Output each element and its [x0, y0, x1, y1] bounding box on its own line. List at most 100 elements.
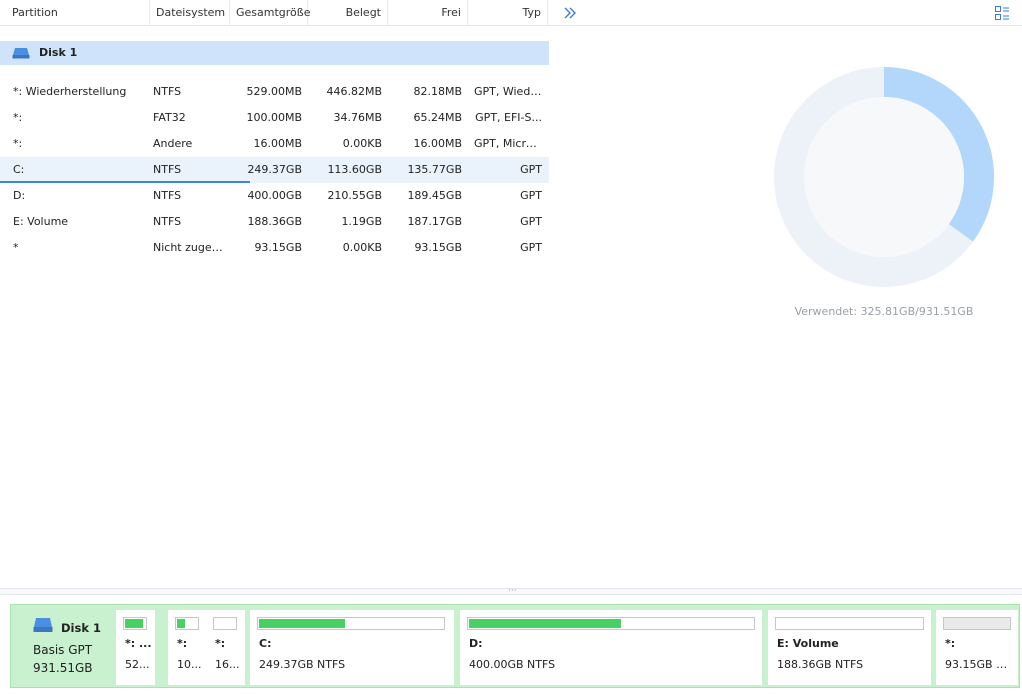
partition-block-desc: 16...	[215, 658, 240, 671]
partition-block[interactable]: *: ... 52...	[116, 610, 155, 685]
partition-block-name: *: ...	[125, 637, 152, 650]
usage-bar-fill	[125, 619, 143, 628]
usage-bar	[775, 617, 924, 630]
partition-block-name: *:	[945, 637, 956, 650]
pane-splitter[interactable]: ···	[0, 587, 1022, 596]
partition-free: 82.18MB	[413, 85, 462, 98]
partition-free: 16.00MB	[413, 137, 462, 150]
splitter-grip-icon[interactable]: ···	[508, 587, 517, 596]
partition-free: 65.24MB	[413, 111, 462, 124]
partition-name: C:	[13, 163, 25, 176]
disk-map-info[interactable]: Disk 1 Basis GPT 931.51GB	[11, 605, 115, 687]
partition-name: *:	[13, 137, 23, 150]
partition-used: 34.76MB	[333, 111, 382, 124]
partition-block-name: D:	[469, 637, 483, 650]
partition-free: 189.45GB	[407, 189, 462, 202]
partition-block-name: *:	[177, 637, 188, 650]
partition-used: 0.00KB	[342, 137, 382, 150]
partition-block-desc: 188.36GB NTFS	[777, 658, 864, 671]
partition-type: GPT, Micros...	[474, 137, 542, 150]
partition-row[interactable]: *: FAT32 100.00MB 34.76MB 65.24MB GPT, EFI-S.…	[0, 105, 549, 131]
partition-block-name: *:	[215, 637, 226, 650]
layout-toggle-icon[interactable]	[994, 4, 1010, 22]
partition-used: 0.00KB	[342, 241, 382, 254]
usage-bar	[213, 617, 237, 630]
column-type[interactable]: Typ	[468, 0, 548, 26]
column-total-size[interactable]: Gesamtgröße	[230, 0, 310, 26]
usage-caption: Verwendet: 325.81GB/931.51GB	[794, 305, 974, 318]
partition-row[interactable]: *: Wiederherstellung NTFS 529.00MB 446.82MB…	[0, 79, 549, 105]
disk-row[interactable]: Disk 1	[0, 41, 549, 65]
partition-block[interactable]: *: 16...	[206, 610, 245, 685]
partition-filesystem: FAT32	[153, 111, 186, 124]
usage-bar	[257, 617, 445, 630]
partition-type: GPT	[520, 163, 542, 176]
column-header: Partition Dateisystem Gesamtgröße Belegt…	[0, 0, 1022, 26]
partition-used: 446.82MB	[326, 85, 382, 98]
column-used[interactable]: Belegt	[308, 0, 388, 26]
partition-type: GPT, EFI-S...	[475, 111, 542, 124]
partition-name: *	[13, 241, 19, 254]
partition-total: 100.00MB	[246, 111, 302, 124]
partition-block[interactable]: C: 249.37GB NTFS	[250, 610, 454, 685]
partition-block-name: E: Volume	[777, 637, 839, 650]
partition-name: *: Wiederherstellung	[13, 85, 127, 98]
partition-block-name: C:	[259, 637, 272, 650]
partition-free: 93.15GB	[414, 241, 462, 254]
partition-free: 135.77GB	[407, 163, 462, 176]
partition-row[interactable]: * Nicht zugeor... 93.15GB 0.00KB 93.15GB GPT	[0, 235, 549, 261]
partition-row[interactable]: C: NTFS 249.37GB 113.60GB 135.77GB GPT	[0, 157, 549, 183]
usage-bar	[175, 617, 199, 630]
disk-map-name: Disk 1	[61, 621, 101, 635]
disk-map-type: Basis GPT	[33, 643, 93, 657]
usage-bar-fill	[259, 619, 345, 628]
partition-filesystem: Nicht zugeor...	[153, 241, 227, 254]
usage-bar	[943, 617, 1011, 630]
partition-name: *:	[13, 111, 23, 124]
partition-block-desc: 93.15GB Ni...	[945, 658, 1015, 671]
donut-center	[804, 97, 964, 257]
partition-filesystem: NTFS	[153, 163, 182, 176]
partition-type: GPT	[520, 241, 542, 254]
partition-filesystem: Andere	[153, 137, 193, 150]
partition-total: 400.00GB	[247, 189, 302, 202]
partition-list: *: Wiederherstellung NTFS 529.00MB 446.82MB…	[0, 79, 549, 261]
partition-filesystem: NTFS	[153, 189, 182, 202]
column-free[interactable]: Frei	[388, 0, 468, 26]
partition-used: 210.55GB	[327, 189, 382, 202]
hard-disk-icon	[33, 617, 53, 636]
usage-donut	[774, 67, 994, 287]
partition-type: GPT	[520, 189, 542, 202]
disk-label: Disk 1	[39, 46, 78, 59]
usage-bar-fill	[177, 619, 185, 628]
partition-block[interactable]: *: 93.15GB Ni...	[936, 610, 1018, 685]
partition-block-desc: 400.00GB NTFS	[469, 658, 556, 671]
partition-block[interactable]: E: Volume 188.36GB NTFS	[768, 610, 931, 685]
partition-block-desc: 249.37GB NTFS	[259, 658, 346, 671]
usage-bar	[467, 617, 755, 630]
partition-total: 249.37GB	[247, 163, 302, 176]
partition-row[interactable]: *: Andere 16.00MB 0.00KB 16.00MB GPT, Micros.…	[0, 131, 549, 157]
partition-total: 529.00MB	[246, 85, 302, 98]
partition-name: D:	[13, 189, 26, 202]
partition-filesystem: NTFS	[153, 85, 182, 98]
partition-filesystem: NTFS	[153, 215, 182, 228]
column-filesystem[interactable]: Dateisystem	[150, 0, 230, 26]
usage-bar-fill	[469, 619, 621, 628]
partition-type: GPT	[520, 215, 542, 228]
partition-row[interactable]: D: NTFS 400.00GB 210.55GB 189.45GB GPT	[0, 183, 549, 209]
double-chevron-right-icon[interactable]	[560, 4, 580, 22]
partition-used: 113.60GB	[327, 163, 382, 176]
partition-block[interactable]: D: 400.00GB NTFS	[460, 610, 762, 685]
partition-total: 93.15GB	[254, 241, 302, 254]
partition-row[interactable]: E: Volume NTFS 188.36GB 1.19GB 187.17GB GPT	[0, 209, 549, 235]
partition-block[interactable]: *: 10...	[168, 610, 207, 685]
disk-map: Disk 1 Basis GPT 931.51GB *: ... 52... *: 1…	[10, 604, 1020, 688]
partition-block-desc: 10...	[177, 658, 202, 671]
disk-map-size: 931.51GB	[33, 661, 93, 675]
partition-name: E: Volume	[13, 215, 69, 228]
partition-total: 188.36GB	[247, 215, 302, 228]
column-partition[interactable]: Partition	[0, 0, 150, 26]
partition-free: 187.17GB	[407, 215, 462, 228]
partition-block-desc: 52...	[125, 658, 150, 671]
